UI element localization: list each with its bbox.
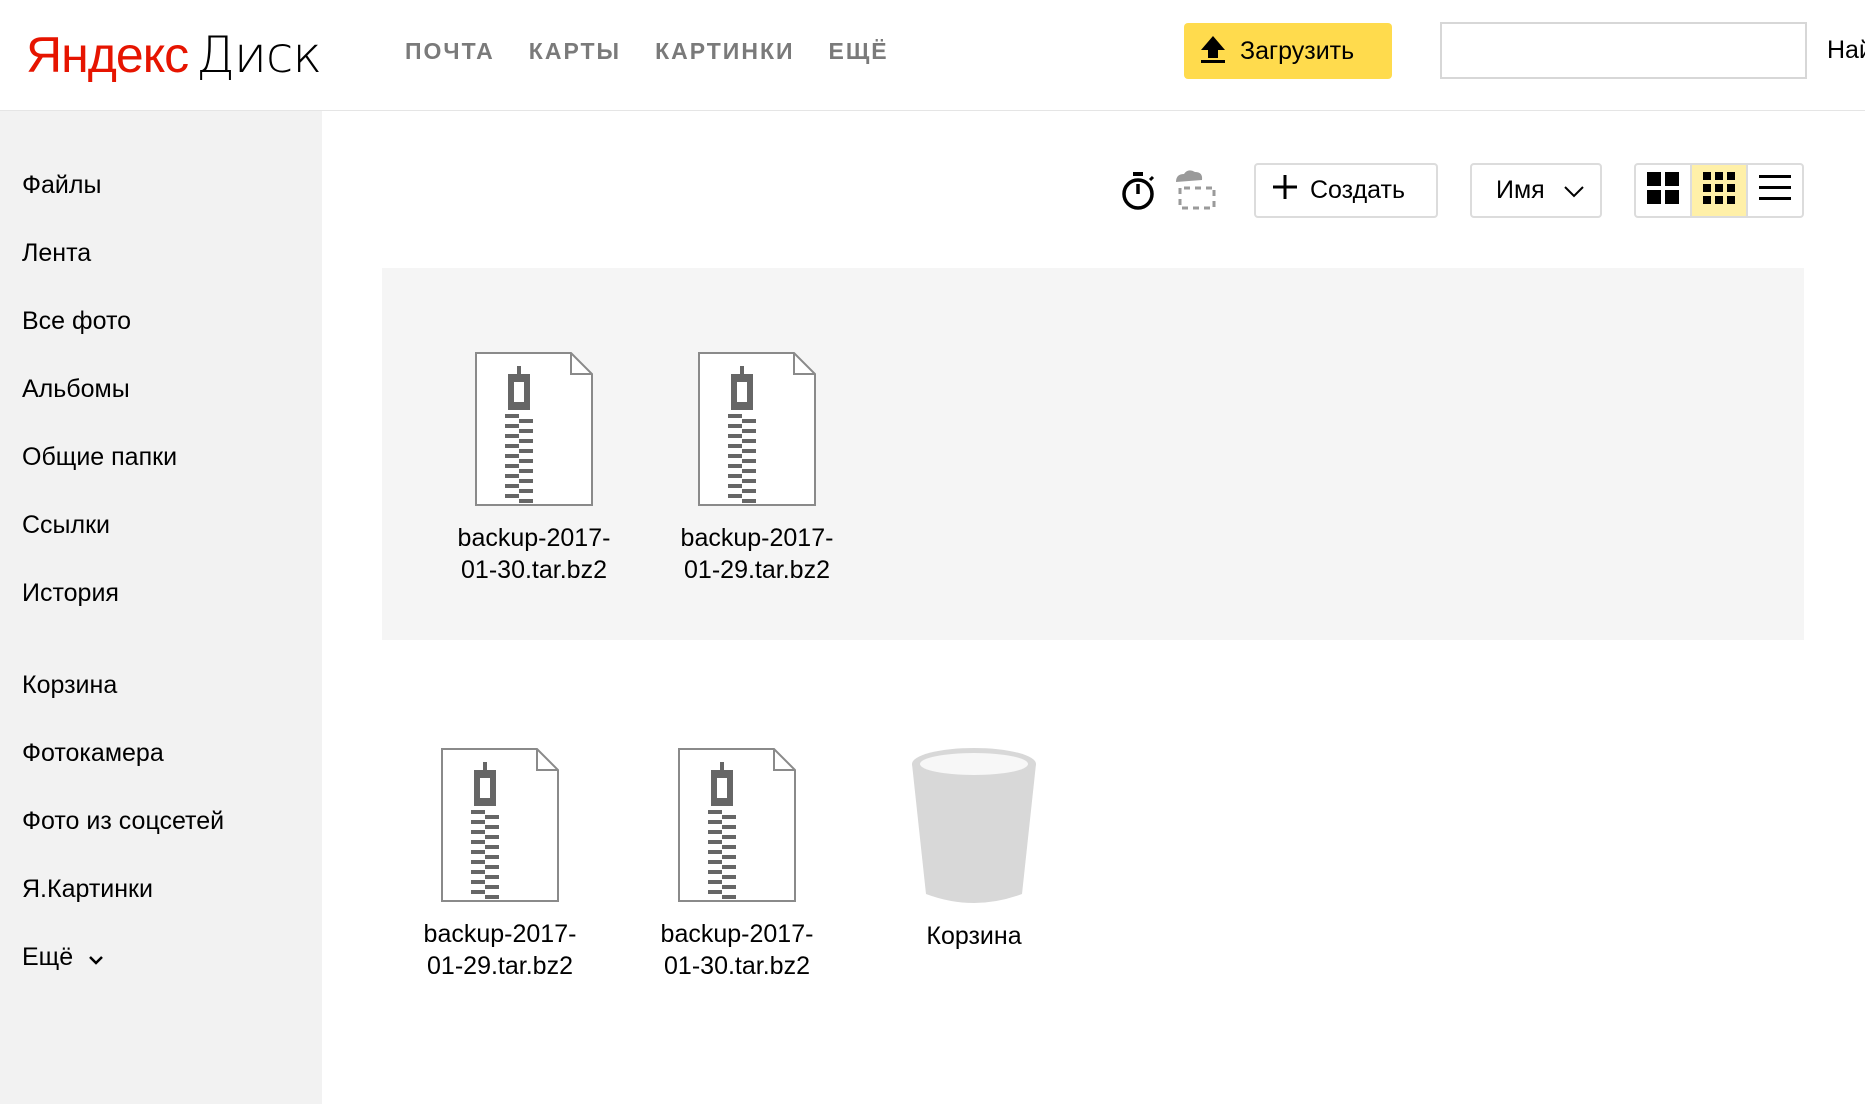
sidebar-item-albums[interactable]: Альбомы (22, 375, 130, 404)
sort-dropdown[interactable]: Имя (1470, 163, 1602, 218)
view-small-tiles[interactable] (1690, 165, 1746, 216)
archive-icon (410, 748, 590, 902)
create-label: Создать (1310, 176, 1406, 204)
logo-disk: Диск (196, 26, 322, 84)
sidebar-item-trash[interactable]: Корзина (22, 671, 117, 700)
sort-label: Имя (1496, 176, 1545, 204)
upload-icon (1198, 34, 1228, 69)
sidebar: Файлы Лента Все фото Альбомы Общие папки… (0, 111, 322, 1104)
chevron-down-icon (88, 944, 104, 973)
sidebar-item-yaimages[interactable]: Я.Картинки (22, 875, 153, 904)
small-tiles-icon (1703, 172, 1735, 209)
nav-images[interactable]: КАРТИНКИ (655, 38, 794, 65)
view-toggle (1634, 163, 1804, 218)
sidebar-item-history[interactable]: История (22, 579, 119, 608)
file-tile[interactable]: backup-2017- 01-29.tar.bz2 (667, 352, 847, 586)
file-name-line1: backup-2017- (660, 920, 814, 948)
file-tile[interactable]: backup-2017- 01-29.tar.bz2 (410, 748, 590, 982)
yandex-disk-logo[interactable]: Яндекс Диск (26, 20, 322, 90)
file-name-line2: 01-30.tar.bz2 (461, 556, 607, 584)
file-name: backup-2017- 01-30.tar.bz2 (444, 522, 624, 586)
create-button[interactable]: Создать (1254, 163, 1438, 218)
file-name-line2: 01-29.tar.bz2 (684, 556, 830, 584)
sidebar-item-more[interactable]: Ещё (22, 943, 104, 973)
plus-icon (1270, 172, 1300, 209)
top-nav: ПОЧТА КАРТЫ КАРТИНКИ ЕЩЁ (405, 38, 889, 65)
logo-yandex: Яндекс (26, 27, 189, 83)
file-name-line1: backup-2017- (423, 920, 577, 948)
upload-label: Загрузить (1240, 36, 1355, 65)
stopwatch-icon[interactable] (1120, 170, 1156, 217)
sidebar-item-more-label: Ещё (22, 943, 74, 971)
large-tiles-icon (1647, 172, 1679, 209)
file-name: Корзина (884, 920, 1064, 952)
file-name: backup-2017- 01-29.tar.bz2 (667, 522, 847, 586)
file-name-line1: backup-2017- (457, 524, 611, 552)
nav-maps[interactable]: КАРТЫ (529, 38, 621, 65)
sidebar-item-camera[interactable]: Фотокамера (22, 739, 164, 768)
file-name: backup-2017- 01-30.tar.bz2 (647, 918, 827, 982)
trash-tile[interactable]: Корзина (884, 744, 1064, 952)
sidebar-item-shared[interactable]: Общие папки (22, 443, 177, 472)
sidebar-item-links[interactable]: Ссылки (22, 511, 110, 540)
header: Яндекс Диск ПОЧТА КАРТЫ КАРТИНКИ ЕЩЁ Загр… (0, 0, 1865, 111)
nav-more[interactable]: ЕЩЁ (829, 38, 889, 65)
nav-mail[interactable]: ПОЧТА (405, 38, 495, 65)
file-name-line2: 01-29.tar.bz2 (427, 952, 573, 980)
list-icon (1759, 173, 1791, 208)
sidebar-item-social[interactable]: Фото из соцсетей (22, 807, 224, 836)
file-name-line1: backup-2017- (680, 524, 834, 552)
sidebar-item-files[interactable]: Файлы (22, 171, 101, 200)
search-button[interactable]: Найти (1805, 22, 1865, 79)
sidebar-item-photos[interactable]: Все фото (22, 307, 131, 336)
view-list[interactable] (1746, 165, 1802, 216)
sidebar-item-feed[interactable]: Лента (22, 239, 91, 268)
file-name-line1: Корзина (926, 922, 1022, 950)
archive-icon (667, 352, 847, 506)
file-name: backup-2017- 01-29.tar.bz2 (410, 918, 590, 982)
archive-icon (444, 352, 624, 506)
upload-button[interactable]: Загрузить (1184, 23, 1392, 79)
archive-icon (647, 748, 827, 902)
view-large-tiles[interactable] (1636, 165, 1690, 216)
chevron-down-icon (1563, 176, 1585, 205)
file-tile[interactable]: backup-2017- 01-30.tar.bz2 (647, 748, 827, 982)
cloud-select-icon[interactable] (1170, 168, 1218, 217)
trash-icon (884, 744, 1064, 904)
file-name-line2: 01-30.tar.bz2 (664, 952, 810, 980)
search-input[interactable] (1442, 24, 1800, 77)
search-box: Найти (1440, 22, 1865, 79)
file-tile[interactable]: backup-2017- 01-30.tar.bz2 (444, 352, 624, 586)
